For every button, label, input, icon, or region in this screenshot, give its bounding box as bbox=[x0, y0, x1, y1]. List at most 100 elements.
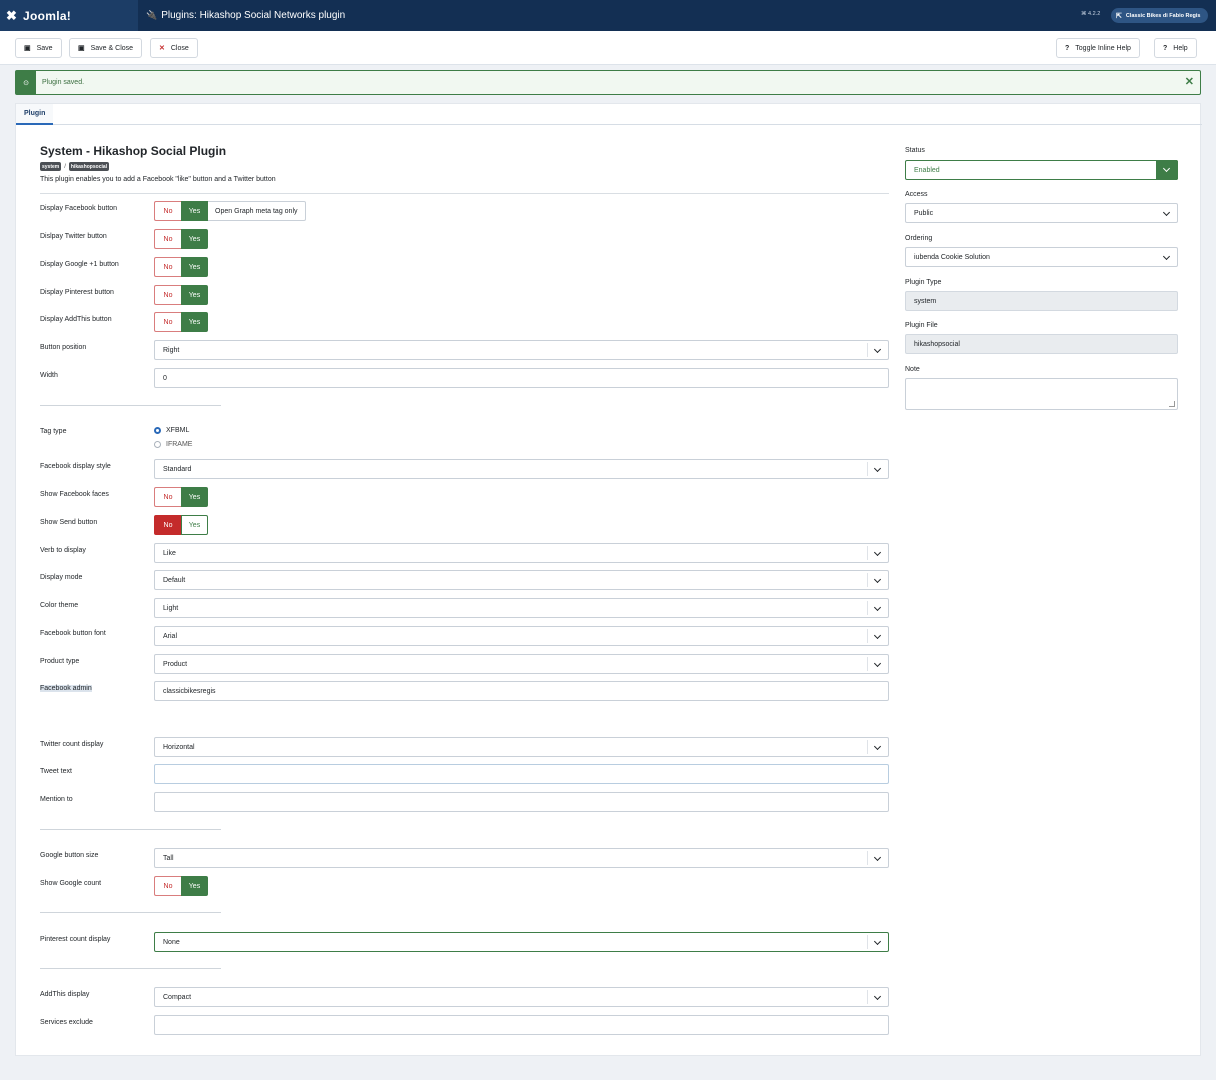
fb-font-select[interactable]: Arial bbox=[154, 626, 889, 646]
mention-to-label: Mention to bbox=[40, 796, 73, 803]
services-exclude-label: Services exclude bbox=[40, 1019, 93, 1026]
tag-type-iframe-radio[interactable]: IFRAME bbox=[154, 441, 192, 448]
google-size-select[interactable]: Tall bbox=[154, 848, 889, 868]
plugin-file-field: hikashopsocial bbox=[905, 334, 1178, 354]
verb-label: Verb to display bbox=[40, 547, 86, 554]
switch-no[interactable]: No bbox=[154, 876, 181, 896]
save-button[interactable]: ▣ Save bbox=[15, 38, 62, 58]
switch-yes[interactable]: Yes bbox=[181, 201, 208, 221]
fb-display-style-select[interactable]: Standard bbox=[154, 459, 889, 479]
status-value: Enabled bbox=[914, 166, 940, 174]
check-circle-icon: ⊙ bbox=[16, 71, 36, 94]
addthis-display-select[interactable]: Compact bbox=[154, 987, 889, 1007]
display-addthis-label: Display AddThis button bbox=[40, 316, 112, 323]
joomla-icon: ✖ bbox=[6, 7, 18, 23]
switch-no[interactable]: No bbox=[154, 257, 181, 277]
save-close-button[interactable]: ▣ Save & Close bbox=[69, 38, 143, 58]
fb-admin-input[interactable]: classicbikesregis bbox=[154, 681, 889, 701]
fb-font-value: Arial bbox=[163, 632, 178, 640]
close-label: Close bbox=[170, 44, 189, 52]
switch-no[interactable]: No bbox=[154, 312, 181, 332]
switch-yes[interactable]: Yes bbox=[181, 876, 208, 896]
radio-selected bbox=[154, 427, 161, 434]
twitter-count-value: Horizontal bbox=[163, 743, 195, 751]
tweet-text-input[interactable] bbox=[154, 764, 889, 784]
note-textarea[interactable] bbox=[905, 378, 1178, 410]
ordering-value: iubenda Cookie Solution bbox=[914, 253, 990, 261]
product-type-label: Product type bbox=[40, 658, 80, 665]
page-title-text: Plugins: Hikashop Social Networks plugin bbox=[161, 10, 346, 21]
display-mode-label: Display mode bbox=[40, 574, 83, 581]
page-title: 🔌 Plugins: Hikashop Social Networks plug… bbox=[146, 0, 345, 31]
color-theme-select[interactable]: Light bbox=[154, 598, 889, 618]
mention-to-input[interactable] bbox=[154, 792, 889, 812]
status-select[interactable]: Enabled bbox=[905, 160, 1178, 180]
switch-yes[interactable]: Yes bbox=[181, 229, 208, 249]
width-label: Width bbox=[40, 372, 58, 379]
switch-yes[interactable]: Yes bbox=[181, 487, 208, 507]
success-alert: ⊙ Plugin saved. ✕ bbox=[15, 70, 1201, 95]
question-circle-icon: ? bbox=[1065, 44, 1070, 52]
tag-type-label: Tag type bbox=[40, 428, 67, 435]
switch-no[interactable]: No bbox=[154, 487, 181, 507]
tab-plugin[interactable]: Plugin bbox=[16, 104, 54, 125]
ordering-label: Ordering bbox=[905, 235, 933, 242]
color-theme-label: Color theme bbox=[40, 602, 79, 609]
tag-type-xfbml-radio[interactable]: XFBML bbox=[154, 427, 189, 434]
display-google-switch: No Yes bbox=[154, 257, 208, 277]
google-size-value: Tall bbox=[163, 854, 174, 862]
switch-no[interactable]: No bbox=[154, 201, 181, 221]
switch-no[interactable]: No bbox=[154, 285, 181, 305]
close-button[interactable]: ✕ Close bbox=[150, 38, 198, 58]
switch-og-only[interactable]: Open Graph meta tag only bbox=[208, 201, 306, 221]
toolbar: ▣ Save ▣ Save & Close ✕ Close ? Toggle Inlin… bbox=[0, 31, 1216, 65]
save-icon: ▣ bbox=[78, 45, 85, 52]
save-icon: ▣ bbox=[24, 45, 31, 52]
width-input[interactable]: 0 bbox=[154, 368, 889, 388]
twitter-count-select[interactable]: Horizontal bbox=[154, 737, 889, 757]
verb-select[interactable]: Like bbox=[154, 543, 889, 563]
display-mode-select[interactable]: Default bbox=[154, 570, 889, 590]
verb-value: Like bbox=[163, 549, 176, 557]
switch-no[interactable]: No bbox=[154, 515, 181, 535]
tweet-text-label: Tweet text bbox=[40, 768, 72, 775]
switch-yes[interactable]: Yes bbox=[181, 312, 208, 332]
close-icon[interactable]: ✕ bbox=[1185, 75, 1194, 88]
divider bbox=[40, 912, 221, 913]
plugin-description: This plugin enables you to add a Faceboo… bbox=[40, 176, 276, 183]
status-label: Status bbox=[905, 147, 925, 154]
switch-no[interactable]: No bbox=[154, 229, 181, 249]
display-mode-value: Default bbox=[163, 576, 186, 584]
close-icon: ✕ bbox=[159, 45, 165, 52]
site-link-button[interactable]: ⇱ Classic Bikes di Fabio Regis bbox=[1111, 8, 1208, 23]
site-name: Classic Bikes di Fabio Regis bbox=[1125, 12, 1201, 19]
fb-admin-label-text: Facebook admin bbox=[40, 685, 92, 692]
fb-admin-value: classicbikesregis bbox=[163, 687, 216, 695]
switch-yes[interactable]: Yes bbox=[181, 515, 208, 535]
fb-display-style-label: Facebook display style bbox=[40, 463, 111, 470]
switch-yes[interactable]: Yes bbox=[181, 285, 208, 305]
show-fb-faces-switch: No Yes bbox=[154, 487, 208, 507]
button-position-label: Button position bbox=[40, 344, 87, 351]
plugin-file-value: hikashopsocial bbox=[914, 340, 960, 348]
display-pinterest-label: Display Pinterest button bbox=[40, 289, 114, 296]
joomla-logo[interactable]: ✖ Joomla! bbox=[0, 0, 138, 31]
button-position-select[interactable]: Right bbox=[154, 340, 889, 360]
radio-unselected bbox=[154, 441, 161, 448]
ordering-select[interactable]: iubenda Cookie Solution bbox=[905, 247, 1178, 267]
google-size-label: Google button size bbox=[40, 852, 99, 859]
iframe-label: IFRAME bbox=[166, 441, 193, 448]
plugin-type-field: system bbox=[905, 291, 1178, 311]
access-select[interactable]: Public bbox=[905, 203, 1178, 223]
show-google-count-label: Show Google count bbox=[40, 880, 102, 887]
fb-font-label: Facebook button font bbox=[40, 630, 106, 637]
services-exclude-input[interactable] bbox=[154, 1015, 889, 1035]
product-type-select[interactable]: Product bbox=[154, 654, 889, 674]
toggle-inline-help-button[interactable]: ? Toggle Inline Help bbox=[1056, 38, 1140, 58]
pinterest-count-select[interactable]: None bbox=[154, 932, 889, 952]
display-google-label: Display Google +1 button bbox=[40, 261, 119, 268]
help-button[interactable]: ? Help bbox=[1154, 38, 1197, 58]
switch-yes[interactable]: Yes bbox=[181, 257, 208, 277]
display-twitter-switch: No Yes bbox=[154, 229, 208, 249]
access-label: Access bbox=[905, 191, 928, 198]
